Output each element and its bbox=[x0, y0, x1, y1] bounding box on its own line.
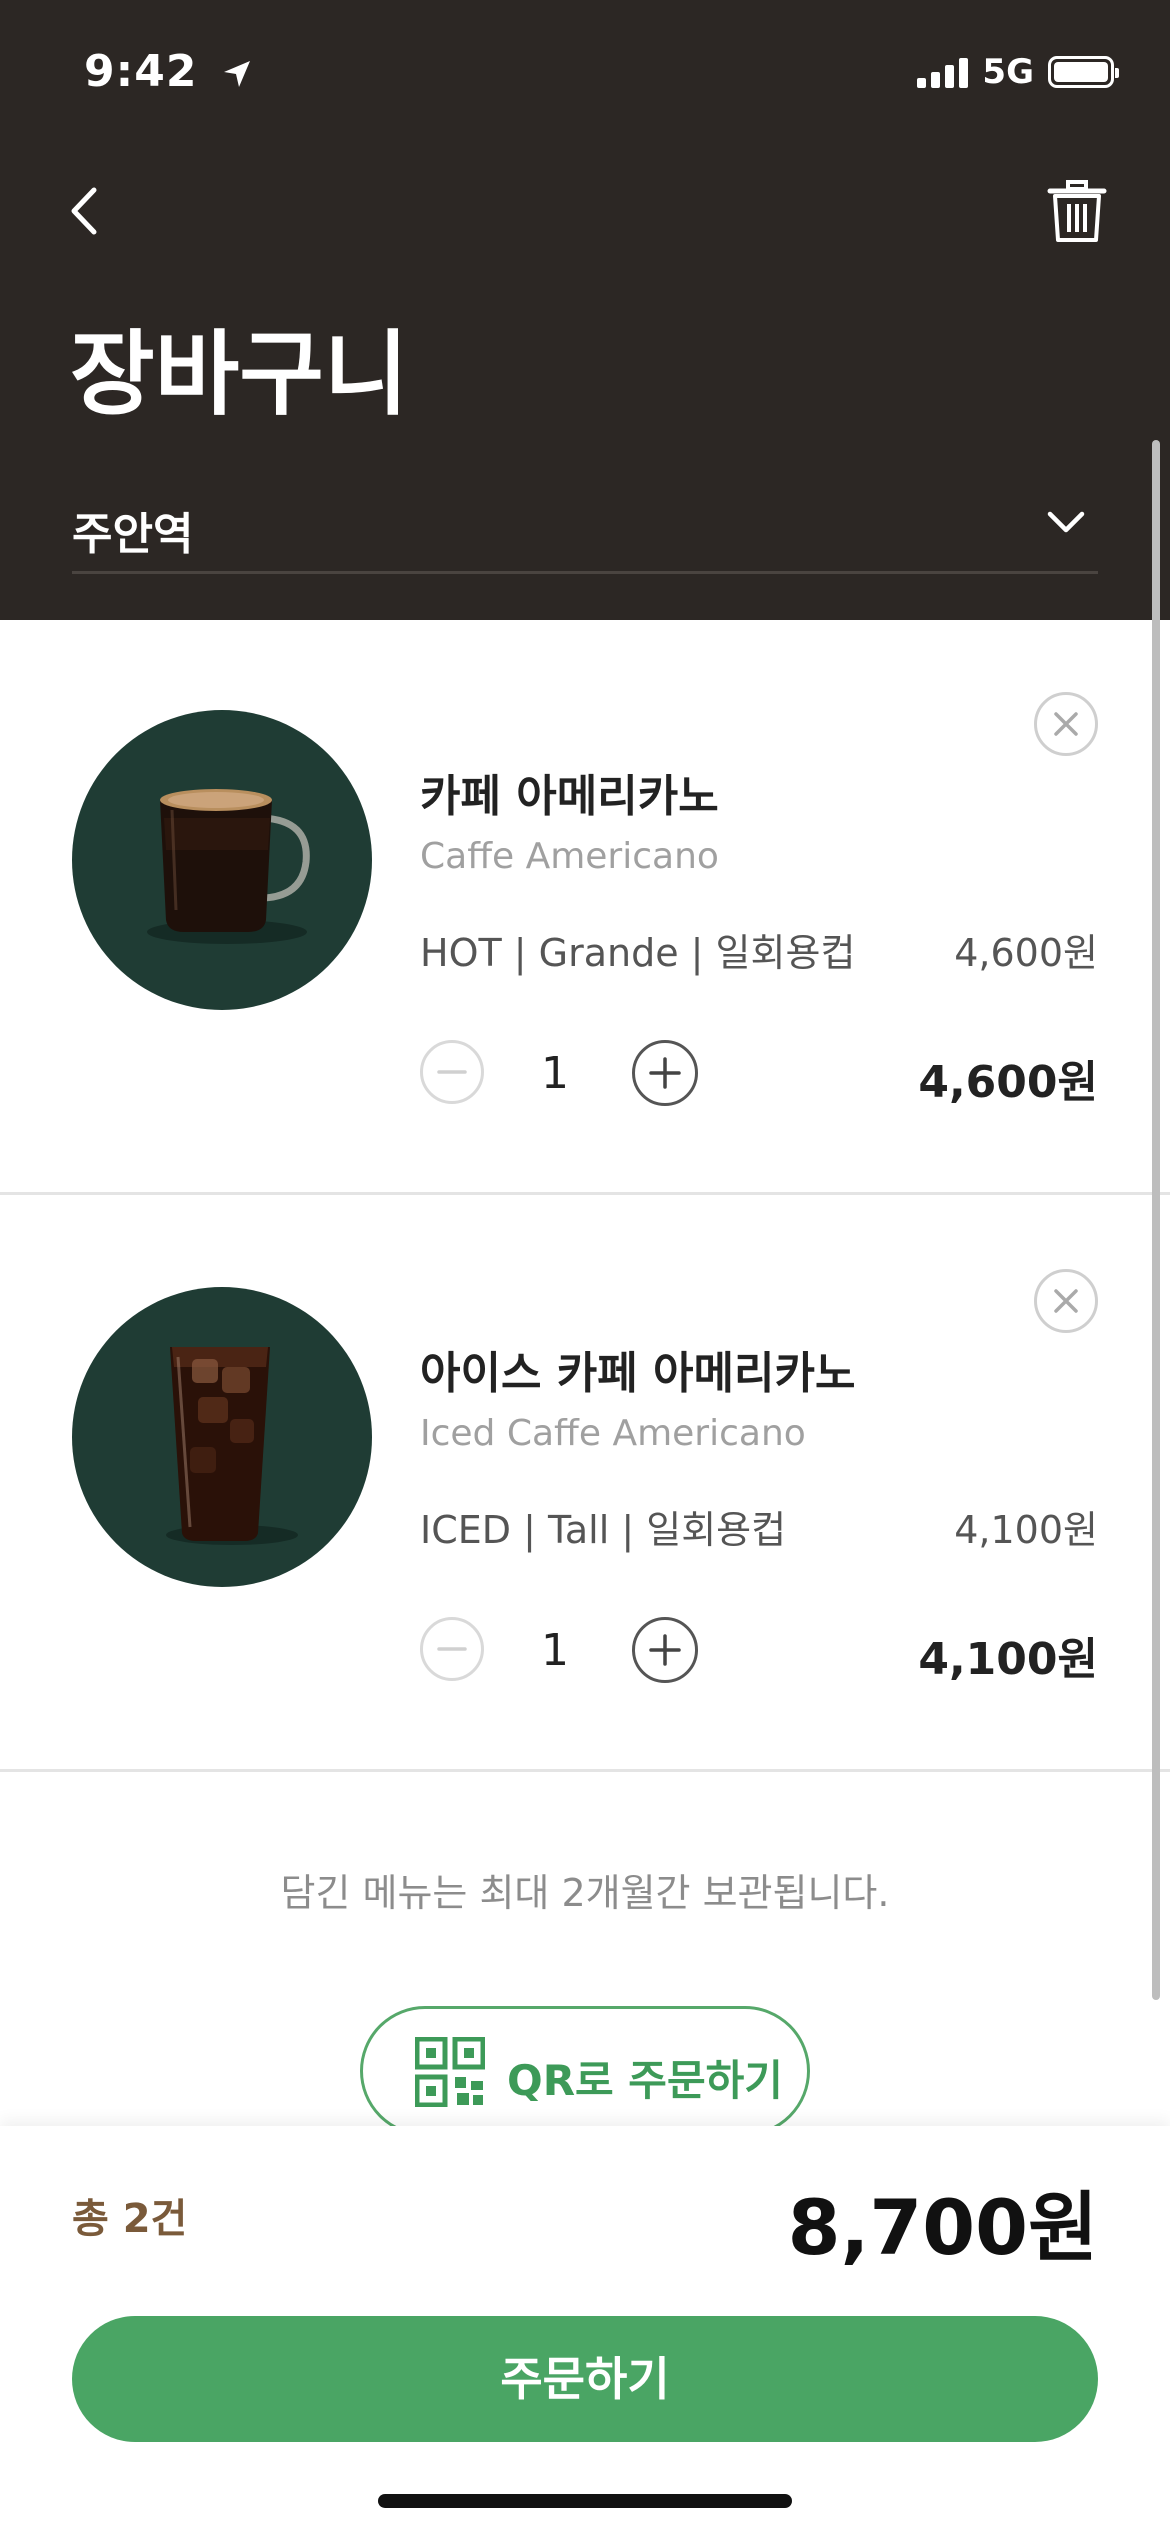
page-title: 장바구니 bbox=[70, 321, 409, 428]
qr-order-button[interactable]: QR로 주문하기 bbox=[360, 2006, 810, 2136]
item-name-korean: 카페 아메리카노 bbox=[420, 771, 719, 822]
signal-icon bbox=[917, 56, 969, 88]
hot-coffee-mug-icon bbox=[147, 789, 310, 944]
order-summary-bar: 총 2건 8,700원 주문하기 bbox=[0, 2126, 1170, 2532]
increase-quantity-button[interactable] bbox=[632, 1040, 698, 1106]
close-icon bbox=[1054, 1289, 1078, 1313]
item-count: 총 2건 bbox=[72, 2196, 188, 2242]
decrease-quantity-button[interactable] bbox=[420, 1617, 484, 1681]
chevron-down-icon bbox=[1047, 511, 1085, 533]
decrease-quantity-button[interactable] bbox=[420, 1040, 484, 1104]
remove-item-button[interactable] bbox=[1034, 1269, 1098, 1333]
item-name-english: Caffe Americano bbox=[420, 836, 719, 877]
qr-code-icon bbox=[415, 2037, 485, 2107]
cart-item: 아이스 카페 아메리카노 Iced Caffe Americano ICED |… bbox=[0, 1197, 1170, 1772]
increase-quantity-button[interactable] bbox=[632, 1617, 698, 1683]
item-name-english: Iced Caffe Americano bbox=[420, 1413, 806, 1454]
item-options: ICED | Tall | 일회용컵 bbox=[420, 1508, 787, 1552]
battery-icon bbox=[1048, 56, 1119, 88]
close-icon bbox=[1054, 712, 1078, 736]
order-button[interactable]: 주문하기 bbox=[72, 2316, 1098, 2442]
plus-icon bbox=[649, 1634, 681, 1666]
minus-icon bbox=[437, 1070, 467, 1074]
status-time: 9:42 bbox=[84, 46, 252, 100]
remove-item-button[interactable] bbox=[1034, 692, 1098, 756]
storage-notice: 담긴 메뉴는 최대 2개월간 보관됩니다. bbox=[280, 1871, 890, 1915]
store-name: 주안역 bbox=[72, 509, 194, 560]
item-line-total: 4,600원 bbox=[918, 1057, 1098, 1108]
scrollbar[interactable] bbox=[1152, 440, 1160, 2000]
qr-order-label: QR로 주문하기 bbox=[507, 2056, 783, 2105]
item-options: HOT | Grande | 일회용컵 bbox=[420, 931, 856, 975]
product-image bbox=[72, 710, 372, 1010]
product-image bbox=[72, 1287, 372, 1587]
status-time-text: 9:42 bbox=[84, 46, 198, 97]
order-total: 8,700원 bbox=[787, 2183, 1098, 2272]
plus-icon bbox=[649, 1057, 681, 1089]
cart-header: 9:42 5G 장바구니 주안역 bbox=[0, 0, 1170, 620]
item-unit-price: 4,100원 bbox=[954, 1508, 1098, 1552]
delete-all-button[interactable] bbox=[1042, 176, 1112, 246]
cart-item: 카페 아메리카노 Caffe Americano HOT | Grande | … bbox=[0, 620, 1170, 1195]
item-unit-price: 4,600원 bbox=[954, 931, 1098, 975]
minus-icon bbox=[437, 1647, 467, 1651]
status-indicators: 5G bbox=[917, 52, 1119, 92]
location-arrow-icon bbox=[222, 49, 252, 100]
home-indicator[interactable] bbox=[378, 2494, 792, 2508]
iced-coffee-glass-icon bbox=[166, 1347, 298, 1545]
store-selector[interactable]: 주안역 bbox=[72, 490, 1098, 574]
item-name-korean: 아이스 카페 아메리카노 bbox=[420, 1348, 856, 1399]
trash-icon bbox=[1047, 180, 1107, 242]
quantity-value: 1 bbox=[541, 1625, 569, 1676]
network-label: 5G bbox=[982, 52, 1034, 92]
item-line-total: 4,100원 bbox=[918, 1634, 1098, 1685]
back-button[interactable] bbox=[52, 176, 122, 246]
chevron-left-icon bbox=[71, 187, 97, 235]
quantity-value: 1 bbox=[541, 1048, 569, 1099]
